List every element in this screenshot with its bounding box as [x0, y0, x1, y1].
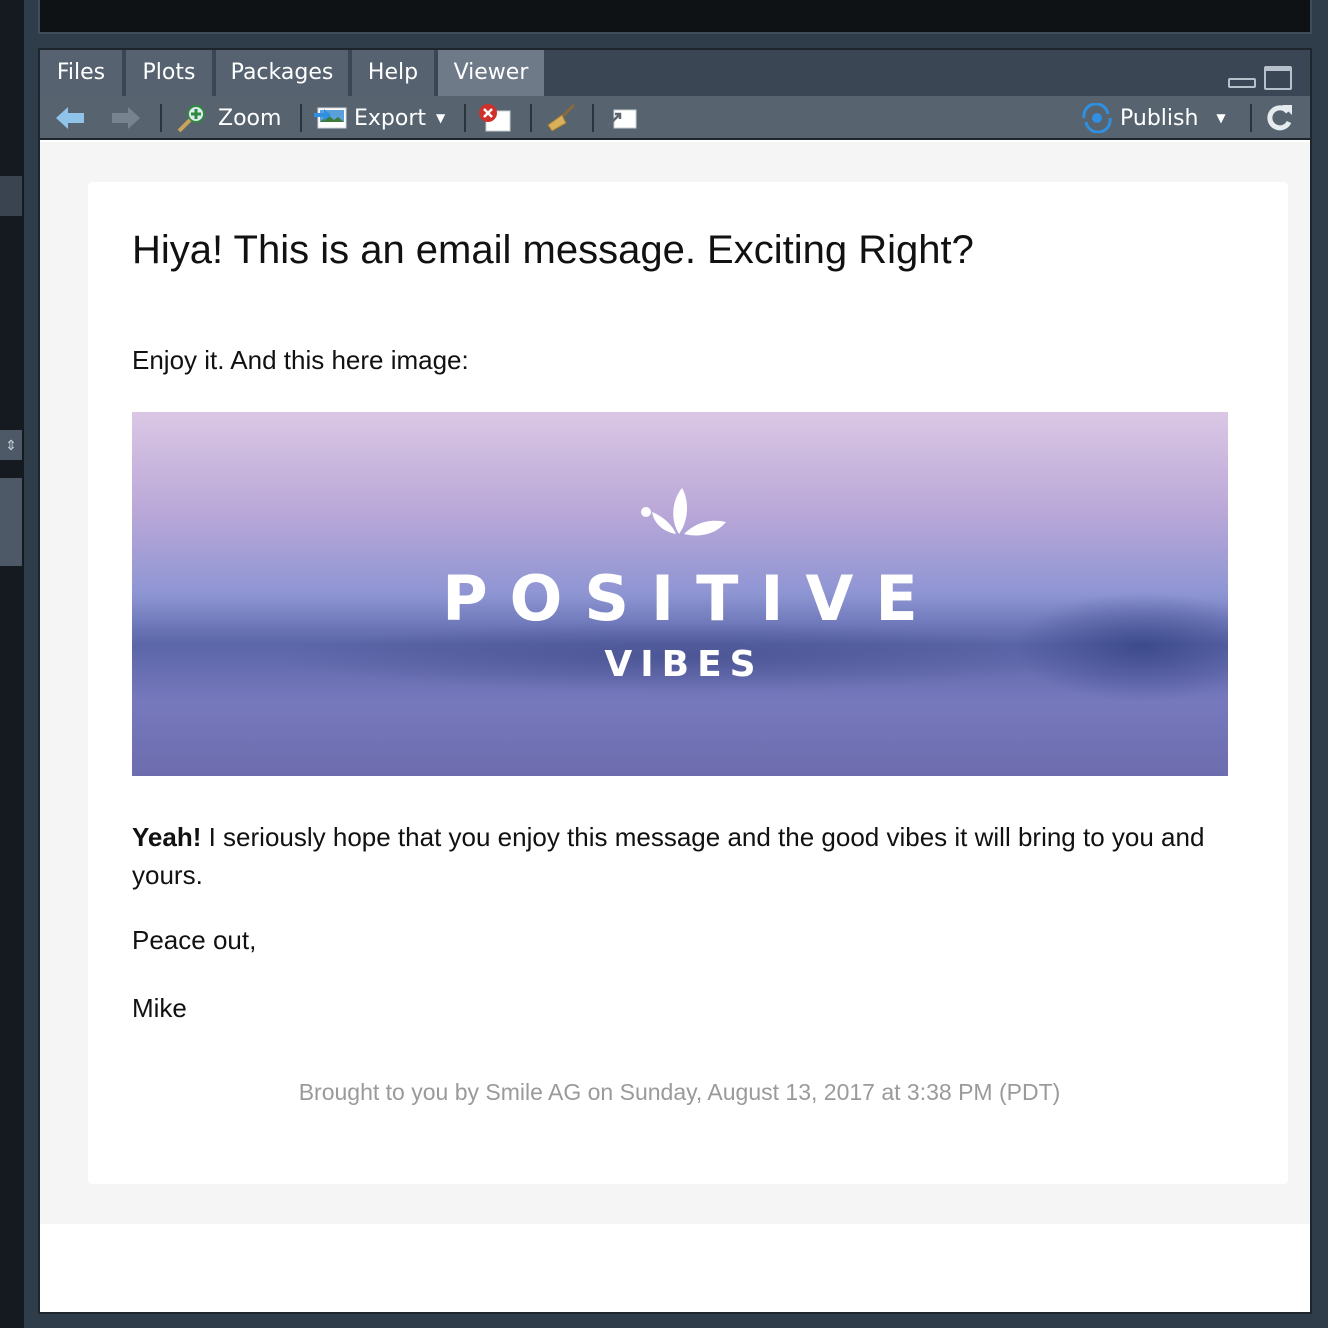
- pane-tabbar: Files Plots Packages Help Viewer: [40, 50, 1310, 96]
- top-pane: [38, 0, 1312, 34]
- maximize-pane-icon[interactable]: [1264, 66, 1292, 90]
- refresh-icon: [1267, 105, 1292, 131]
- email-signoff: Peace out,: [132, 925, 257, 955]
- publish-button[interactable]: Publish ▼: [1080, 96, 1226, 140]
- viewer-toolbar: Zoom Export ▼ Publish ▼: [40, 96, 1310, 140]
- chevron-down-icon: ▼: [1216, 111, 1226, 125]
- email-body-text: I seriously hope that you enjoy this mes…: [132, 822, 1205, 890]
- viewer-pane: Files Plots Packages Help Viewer Zoom Ex…: [38, 48, 1312, 1314]
- remove-item-icon: [479, 104, 511, 132]
- left-pane-tab-2[interactable]: [0, 478, 22, 566]
- email-heading: Hiya! This is an email message. Exciting…: [132, 228, 974, 272]
- left-pane-strip: ⇕: [0, 0, 24, 1328]
- zoom-magnifier-icon: [177, 105, 205, 133]
- popout-window-icon: [607, 109, 637, 129]
- publish-label: Publish: [1120, 105, 1199, 131]
- tab-viewer[interactable]: Viewer: [438, 50, 546, 96]
- export-label: Export: [354, 105, 427, 131]
- publish-icon: [1082, 103, 1112, 133]
- export-button[interactable]: Export ▼: [314, 96, 445, 140]
- remove-viewer-item-button[interactable]: [476, 96, 512, 140]
- email-intro: Enjoy it. And this here image:: [132, 345, 469, 375]
- email-signature: Mike: [132, 993, 187, 1023]
- minimize-pane-icon[interactable]: [1228, 78, 1256, 88]
- viewer-content: Hiya! This is an email message. Exciting…: [40, 142, 1310, 1224]
- hero-title: POSITIVE: [442, 562, 940, 635]
- chevron-down-icon: ▼: [436, 111, 446, 125]
- email-body-paragraph: Yeah! I seriously hope that you enjoy th…: [132, 818, 1232, 894]
- email-footer: Brought to you by Smile AG on Sunday, Au…: [298, 1079, 1061, 1105]
- zoom-button[interactable]: Zoom: [176, 96, 281, 140]
- hero-subtitle: VIBES: [604, 644, 764, 685]
- resize-spinner-icon[interactable]: ⇕: [0, 430, 22, 460]
- clear-all-button[interactable]: [544, 96, 578, 140]
- tab-help[interactable]: Help: [352, 50, 436, 96]
- email-card: Hiya! This is an email message. Exciting…: [88, 182, 1288, 1184]
- email-body-bold: Yeah!: [132, 822, 202, 852]
- tab-packages[interactable]: Packages: [216, 50, 350, 96]
- hero-image: POSITIVE VIBES: [132, 412, 1228, 776]
- show-in-new-window-button[interactable]: [606, 96, 638, 140]
- back-button[interactable]: [54, 96, 86, 140]
- tab-files[interactable]: Files: [40, 50, 124, 96]
- droplet-logo-icon: [641, 488, 726, 536]
- broom-icon: [547, 103, 576, 132]
- forward-button[interactable]: [110, 96, 142, 140]
- refresh-button[interactable]: [1264, 96, 1294, 140]
- forward-arrow-icon: [112, 107, 140, 129]
- zoom-label: Zoom: [218, 105, 282, 131]
- export-image-icon: [314, 107, 347, 129]
- left-pane-tab[interactable]: [0, 176, 22, 216]
- back-arrow-icon: [56, 107, 84, 129]
- tab-plots[interactable]: Plots: [126, 50, 214, 96]
